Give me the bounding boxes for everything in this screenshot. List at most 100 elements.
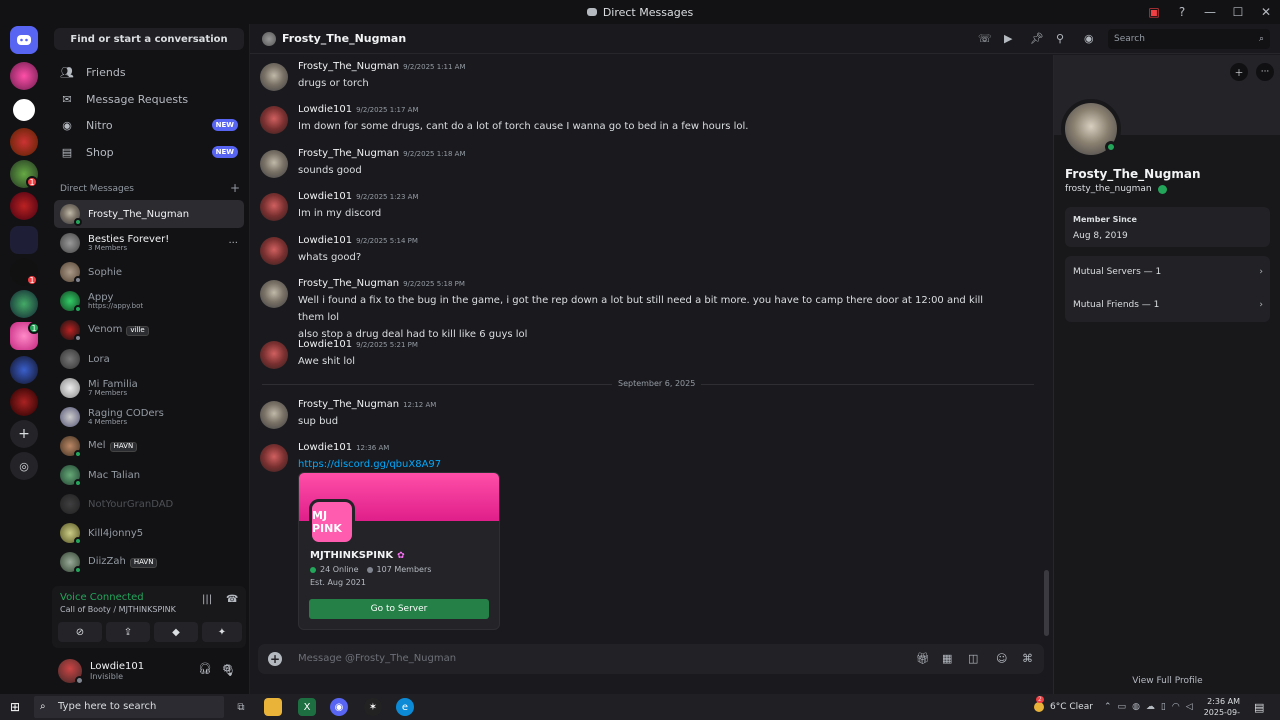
cloud-icon[interactable]: ☁ (1146, 702, 1155, 712)
voice-signal-icon[interactable]: ||| (202, 594, 212, 605)
dm-item[interactable]: DiizZah HAVN (54, 548, 244, 576)
dm-item[interactable]: Mel HAVN (54, 432, 244, 460)
chevron-up-icon[interactable]: ⌃ (1104, 702, 1112, 712)
nav-shop[interactable]: ▤ Shop NEW (54, 140, 244, 164)
activity-button[interactable]: ◆ (154, 622, 198, 642)
headphones-icon[interactable]: 🎧︎ (198, 662, 212, 675)
dm-item[interactable]: Venom ville (54, 316, 244, 344)
screen-share-button[interactable]: ⇪ (106, 622, 150, 642)
nav-nitro[interactable]: ◉ Nitro NEW (54, 113, 244, 137)
notification-icon[interactable]: ▤ (1254, 694, 1264, 720)
folder-icon[interactable] (10, 226, 38, 254)
dm-item[interactable]: Raging CODers 4 Members (54, 403, 244, 431)
app-tray-icon[interactable]: ◍ (1132, 702, 1140, 712)
usb-icon[interactable]: ▯ (1161, 702, 1166, 712)
message-author[interactable]: Lowdie101 (298, 191, 352, 202)
task-view-icon[interactable]: ⧉ (232, 698, 250, 716)
windows-start-icon[interactable]: ⊞ (0, 694, 30, 720)
message-author[interactable]: Frosty_The_Nugman (298, 399, 399, 410)
maximize-button[interactable]: ☐ (1224, 0, 1252, 24)
minimize-button[interactable]: — (1196, 0, 1224, 24)
scrollbar-thumb[interactable] (1044, 570, 1049, 636)
server-icon[interactable] (10, 290, 38, 318)
weather-widget[interactable]: 2 6°C Clear (1034, 694, 1093, 720)
view-full-profile-link[interactable]: View Full Profile (1054, 676, 1280, 686)
user-profile-icon[interactable]: ◉ (1084, 32, 1094, 45)
add-server-icon[interactable]: + (10, 420, 38, 448)
app-icon[interactable]: ✶ (364, 698, 382, 716)
network-icon[interactable]: ▭ (1118, 702, 1127, 712)
invite-link[interactable]: https://discord.gg/qbuX8A97 (298, 456, 998, 473)
disconnect-icon[interactable]: ☎ (226, 594, 238, 605)
discover-icon[interactable]: ◎ (10, 452, 38, 480)
help-icon[interactable]: ? (1168, 0, 1196, 24)
message-author[interactable]: Lowdie101 (298, 339, 352, 350)
message-author[interactable]: Lowdie101 (298, 104, 352, 115)
message-avatar[interactable] (260, 401, 288, 429)
message-author[interactable]: Lowdie101 (298, 235, 352, 246)
chat-recipient-name[interactable]: Frosty_The_Nugman (282, 32, 406, 45)
soundboard-button[interactable]: ✦ (202, 622, 242, 642)
message-avatar[interactable] (260, 63, 288, 91)
server-icon[interactable] (10, 388, 38, 416)
dm-item[interactable]: Besties Forever! 3 Members ··· (54, 229, 244, 257)
dm-item[interactable]: Frosty_The_Nugman (54, 200, 244, 228)
dm-item[interactable]: Mi Familia 7 Members (54, 374, 244, 402)
voice-channel[interactable]: Call of Booty / MJTHINKSPINK (60, 605, 176, 614)
more-options-icon[interactable]: ··· (1256, 63, 1274, 81)
message-avatar[interactable] (260, 150, 288, 178)
mutual-servers-row[interactable]: Mutual Servers — 1 › (1073, 267, 1263, 277)
dm-item[interactable]: Sophie (54, 258, 244, 286)
more-icon[interactable]: ··· (228, 238, 238, 249)
message-author[interactable]: Lowdie101 (298, 442, 352, 453)
server-icon[interactable] (10, 128, 38, 156)
discord-taskbar-icon[interactable]: ◉ (330, 698, 348, 716)
apps-icon[interactable]: ⌘ (1022, 652, 1033, 665)
home-button[interactable] (10, 26, 38, 54)
message-avatar[interactable] (260, 341, 288, 369)
dm-item[interactable]: NotYourGranDAD (54, 490, 244, 518)
close-button[interactable]: ✕ (1252, 0, 1280, 24)
message-author[interactable]: Frosty_The_Nugman (298, 278, 399, 289)
add-friend-icon[interactable]: ＋ (1230, 63, 1248, 81)
volume-icon[interactable]: ◁ (1186, 702, 1193, 712)
taskbar-clock[interactable]: 2:36 AM 2025-09-06 (1196, 696, 1240, 720)
nav-friends[interactable]: 👥︎ Friends (54, 60, 244, 84)
user-panel[interactable]: Lowdie101 Invisible 🎙︎ (52, 652, 246, 690)
settings-gear-icon[interactable]: ⚙ (222, 662, 232, 675)
server-icon[interactable] (10, 192, 38, 220)
nav-message-requests[interactable]: ✉ Message Requests (54, 87, 244, 111)
video-call-icon[interactable]: ▶ (1004, 32, 1012, 45)
camera-off-button[interactable]: ⊘ (58, 622, 102, 642)
attach-plus-icon[interactable]: + (268, 652, 282, 666)
message-author[interactable]: Frosty_The_Nugman (298, 61, 399, 72)
dm-item[interactable]: Lora (54, 345, 244, 373)
gift-icon[interactable]: 🎁︎ (916, 652, 930, 665)
message-avatar[interactable] (260, 193, 288, 221)
message-avatar[interactable] (260, 444, 288, 472)
go-to-server-button[interactable]: Go to Server (309, 599, 489, 619)
profile-avatar[interactable] (1061, 99, 1121, 159)
message-avatar[interactable] (260, 237, 288, 265)
message-avatar[interactable] (260, 106, 288, 134)
wifi-icon[interactable]: ◠ (1172, 702, 1180, 712)
taskbar-search-input[interactable]: ⌕ Type here to search (34, 696, 224, 718)
excel-icon[interactable]: X (298, 698, 316, 716)
server-icon[interactable] (10, 356, 38, 384)
file-explorer-icon[interactable] (264, 698, 282, 716)
message-avatar[interactable] (260, 280, 288, 308)
server-icon[interactable] (10, 62, 38, 90)
server-icon[interactable] (10, 96, 38, 124)
voice-call-icon[interactable]: ☏ (978, 32, 992, 45)
message-composer[interactable]: + Message @Frosty_The_Nugman 🎁︎ ▦ ◫ ☺ ⌘ (258, 644, 1044, 674)
inbox-icon[interactable]: ▣ (1140, 0, 1168, 24)
add-friends-to-dm-icon[interactable]: ⚲ (1056, 32, 1064, 45)
dm-item[interactable]: Mac Talian (54, 461, 244, 489)
sticker-icon[interactable]: ◫ (968, 652, 978, 665)
create-dm-icon[interactable]: + (230, 182, 240, 194)
edge-icon[interactable]: e (396, 698, 414, 716)
search-input[interactable]: Search ⌕ (1108, 29, 1270, 49)
gif-icon[interactable]: ▦ (942, 652, 952, 665)
pin-icon[interactable]: 📌︎ (1030, 32, 1044, 45)
dm-item[interactable]: Appy https://appy.bot (54, 287, 244, 315)
